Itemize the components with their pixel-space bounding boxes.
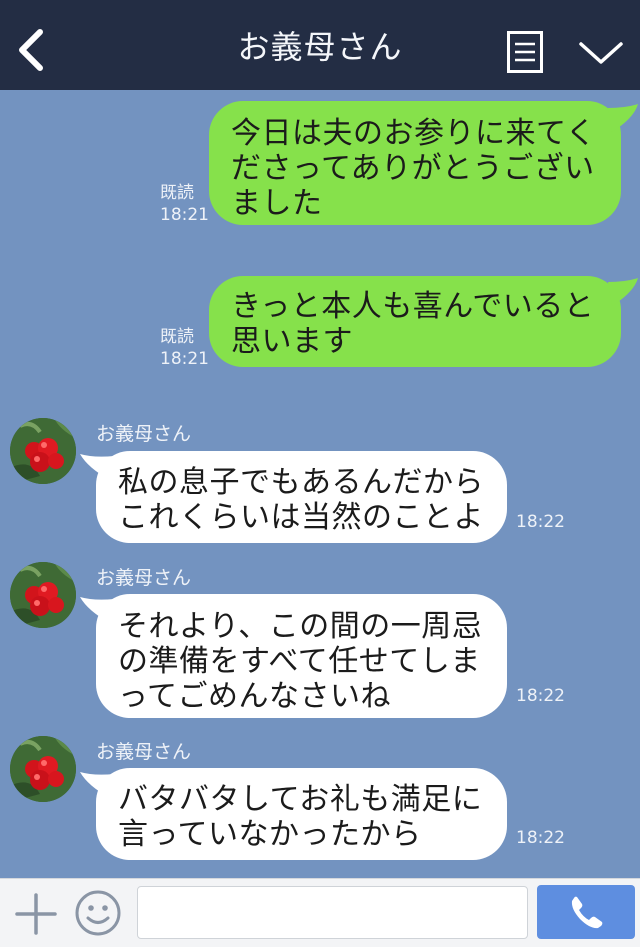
sender-name: お義母さん: [96, 741, 192, 763]
read-receipt: 既読 18:21: [160, 327, 209, 369]
received-message-bubble[interactable]: バタバタしてお礼も満足に 言っていなかったから: [96, 768, 507, 860]
chevron-down-icon[interactable]: [578, 40, 624, 66]
sender-name: お義母さん: [96, 567, 192, 589]
plus-icon[interactable]: [14, 892, 58, 936]
bubble-tail: [608, 278, 638, 306]
received-message-bubble[interactable]: 私の息子でもあるんだから これくらいは当然のことよ: [96, 451, 507, 543]
message-time: 18:22: [516, 686, 565, 706]
message-time: 18:22: [516, 828, 565, 848]
received-message-bubble[interactable]: それより、この間の一周忌 の準備をすべて任せてしま ってごめんなさいね: [96, 594, 507, 718]
chat-title: お義母さん: [237, 28, 403, 66]
call-button[interactable]: [537, 885, 635, 939]
message-time: 18:22: [516, 512, 565, 532]
sent-message-bubble[interactable]: きっと本人も喜んでいると 思います: [209, 276, 621, 367]
read-receipt: 既読 18:21: [160, 183, 209, 225]
sender-name: お義母さん: [96, 423, 192, 445]
avatar[interactable]: [10, 562, 76, 628]
message-input[interactable]: [137, 886, 528, 939]
sent-message-bubble[interactable]: 今日は夫のお参りに来てく ださってありがとうござい ました: [209, 101, 621, 225]
phone-icon: [571, 896, 603, 929]
message-input-bar: [0, 878, 640, 947]
smile-icon[interactable]: [74, 889, 122, 937]
chat-header: お義母さん: [0, 0, 640, 90]
bubble-tail: [608, 104, 638, 132]
chat-area[interactable]: 既読 18:21 今日は夫のお参りに来てく ださってありがとうござい ました 既…: [0, 90, 640, 878]
menu-icon[interactable]: [507, 31, 543, 73]
avatar[interactable]: [10, 736, 76, 802]
avatar[interactable]: [10, 418, 76, 484]
